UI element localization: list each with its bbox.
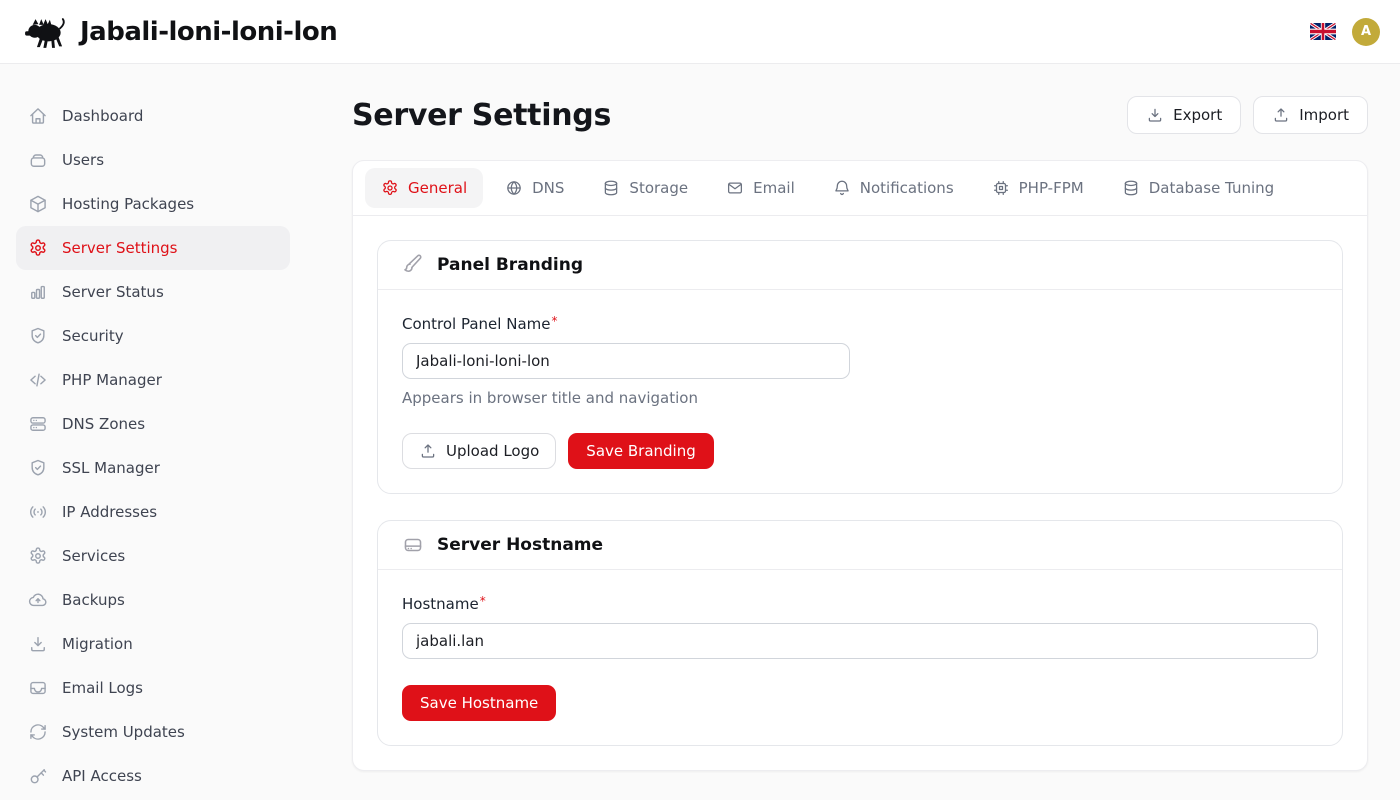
radio-icon xyxy=(28,502,48,522)
globe-icon xyxy=(505,179,523,197)
sidebar-item-label: PHP Manager xyxy=(62,371,162,389)
server-stack-icon xyxy=(28,414,48,434)
sidebar-item-label: IP Addresses xyxy=(62,503,157,521)
sidebar-item-server-status[interactable]: Server Status xyxy=(16,270,290,314)
sidebar-item-security[interactable]: Security xyxy=(16,314,290,358)
panel-branding-title: Panel Branding xyxy=(437,255,583,275)
cloud-upload-icon xyxy=(28,590,48,610)
tab-php-fpm[interactable]: PHP-FPM xyxy=(976,168,1100,208)
tab-dns[interactable]: DNS xyxy=(489,168,580,208)
sidebar-item-email-logs[interactable]: Email Logs xyxy=(16,666,290,710)
upload-logo-button[interactable]: Upload Logo xyxy=(402,433,556,469)
server-hostname-title: Server Hostname xyxy=(437,535,603,555)
key-icon xyxy=(28,766,48,786)
home-icon xyxy=(28,106,48,126)
hard-drive-icon xyxy=(402,534,424,556)
settings-panel: GeneralDNSStorageEmailNotificationsPHP-F… xyxy=(352,160,1368,771)
sidebar-item-dashboard[interactable]: Dashboard xyxy=(16,94,290,138)
sidebar-item-label: Users xyxy=(62,151,104,169)
sidebar-item-label: API Access xyxy=(62,767,142,785)
sidebar-item-ssl-manager[interactable]: SSL Manager xyxy=(16,446,290,490)
page-title: Server Settings xyxy=(352,98,611,133)
sidebar-item-label: Dashboard xyxy=(62,107,143,125)
required-asterisk: * xyxy=(480,594,486,608)
sidebar-item-system-updates[interactable]: System Updates xyxy=(16,710,290,754)
download-icon xyxy=(28,634,48,654)
gear-icon xyxy=(381,179,399,197)
control-panel-name-input[interactable] xyxy=(402,343,850,379)
hostname-label: Hostname* xyxy=(402,595,486,613)
code-icon xyxy=(28,370,48,390)
save-branding-button[interactable]: Save Branding xyxy=(568,433,713,469)
cpu-icon xyxy=(992,179,1010,197)
language-flag-uk-icon[interactable] xyxy=(1310,23,1336,40)
boar-logo-icon xyxy=(24,16,70,48)
sidebar-item-label: Security xyxy=(62,327,124,345)
export-button[interactable]: Export xyxy=(1127,96,1241,134)
save-hostname-button[interactable]: Save Hostname xyxy=(402,685,556,721)
gear-icon xyxy=(28,546,48,566)
sidebar-item-ip-addresses[interactable]: IP Addresses xyxy=(16,490,290,534)
control-panel-name-label: Control Panel Name* xyxy=(402,315,557,333)
sidebar-item-label: Hosting Packages xyxy=(62,195,194,213)
inbox-icon xyxy=(28,678,48,698)
import-button[interactable]: Import xyxy=(1253,96,1368,134)
sidebar-item-server-settings[interactable]: Server Settings xyxy=(16,226,290,270)
sidebar-item-hosting-packages[interactable]: Hosting Packages xyxy=(16,182,290,226)
tab-notifications[interactable]: Notifications xyxy=(817,168,970,208)
sidebar-item-services[interactable]: Services xyxy=(16,534,290,578)
sidebar-item-label: System Updates xyxy=(62,723,185,741)
sidebar-item-migration[interactable]: Migration xyxy=(16,622,290,666)
sidebar-item-label: Server Status xyxy=(62,283,164,301)
database-icon xyxy=(1122,179,1140,197)
brush-icon xyxy=(402,254,424,276)
settings-tab-bar: GeneralDNSStorageEmailNotificationsPHP-F… xyxy=(353,161,1367,216)
database-icon xyxy=(602,179,620,197)
server-hostname-card: Server Hostname Hostname* Save Hostname xyxy=(377,520,1343,746)
sidebar-item-label: Backups xyxy=(62,591,125,609)
sidebar-item-backups[interactable]: Backups xyxy=(16,578,290,622)
page-actions: Export Import xyxy=(1127,96,1368,134)
main-content: Server Settings ExportImport GeneralDNSS… xyxy=(304,64,1400,800)
hostname-input[interactable] xyxy=(402,623,1318,659)
panel-branding-card: Panel Branding Control Panel Name* Appea… xyxy=(377,240,1343,494)
bell-icon xyxy=(833,179,851,197)
sidebar-item-api-access[interactable]: API Access xyxy=(16,754,290,798)
shield-check-icon xyxy=(28,326,48,346)
app-title: Jabali-loni-loni-lon xyxy=(80,17,337,47)
required-asterisk: * xyxy=(551,314,557,328)
sidebar-item-dns-zones[interactable]: DNS Zones xyxy=(16,402,290,446)
upload-icon xyxy=(419,442,437,460)
bar-chart-icon xyxy=(28,282,48,302)
users-box-icon xyxy=(28,150,48,170)
control-panel-name-helper: Appears in browser title and navigation xyxy=(402,389,1318,407)
sidebar-item-label: Email Logs xyxy=(62,679,143,697)
refresh-icon xyxy=(28,722,48,742)
sidebar-item-label: Server Settings xyxy=(62,239,177,257)
sidebar-item-label: DNS Zones xyxy=(62,415,145,433)
sidebar-nav: Dashboard Users Hosting Packages Server Set… xyxy=(0,64,304,800)
sidebar-item-label: SSL Manager xyxy=(62,459,160,477)
user-avatar[interactable]: A xyxy=(1352,18,1380,46)
tab-general[interactable]: General xyxy=(365,168,483,208)
sidebar-item-php-manager[interactable]: PHP Manager xyxy=(16,358,290,402)
top-bar: Jabali-loni-loni-lon A xyxy=(0,0,1400,64)
shield-check-icon xyxy=(28,458,48,478)
download-icon xyxy=(1146,106,1164,124)
tab-database-tuning[interactable]: Database Tuning xyxy=(1106,168,1290,208)
gear-icon xyxy=(28,238,48,258)
sidebar-item-label: Services xyxy=(62,547,125,565)
upload-icon xyxy=(1272,106,1290,124)
sidebar-item-users[interactable]: Users xyxy=(16,138,290,182)
package-icon xyxy=(28,194,48,214)
tab-email[interactable]: Email xyxy=(710,168,811,208)
header-logo[interactable]: Jabali-loni-loni-lon xyxy=(24,16,337,48)
sidebar-item-label: Migration xyxy=(62,635,133,653)
tab-storage[interactable]: Storage xyxy=(586,168,704,208)
mail-icon xyxy=(726,179,744,197)
